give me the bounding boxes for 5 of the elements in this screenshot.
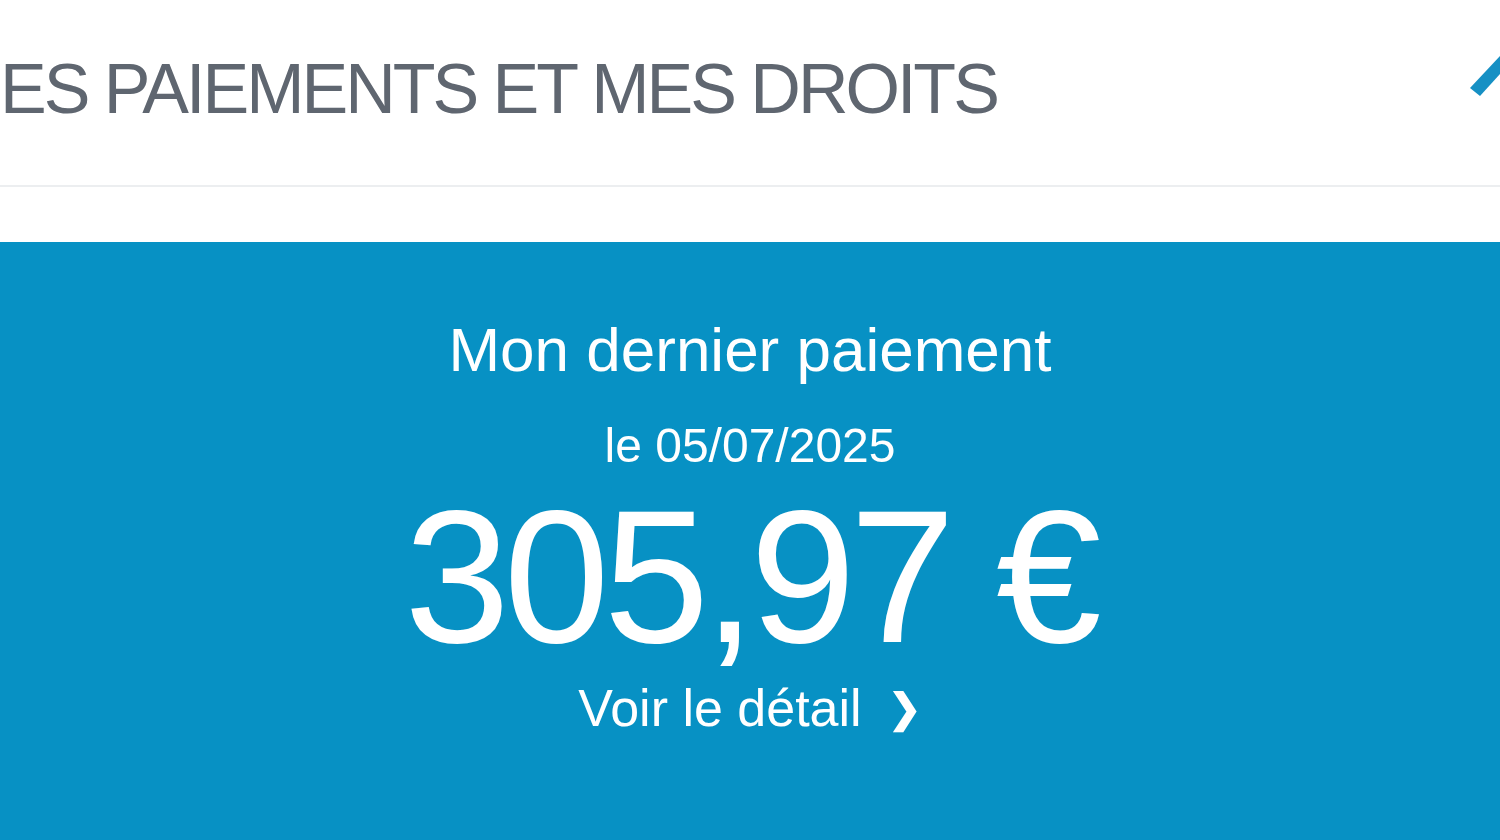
payment-amount: 305,97 € (404, 476, 1096, 676)
page-title: ES PAIEMENTS ET MES DROITS (0, 48, 997, 129)
payment-date: le 05/07/2025 (604, 418, 896, 474)
payment-heading: Mon dernier paiement (448, 314, 1052, 386)
detail-link[interactable]: Voir le détail ❯ (578, 676, 922, 740)
